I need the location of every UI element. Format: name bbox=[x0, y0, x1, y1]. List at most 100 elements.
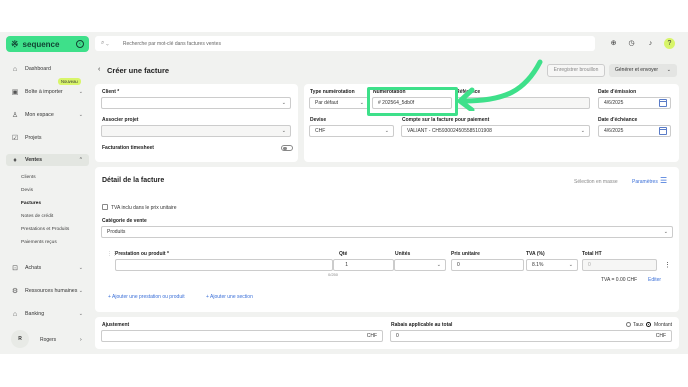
vat-included-label: TVA inclu dans le prix unitaire bbox=[111, 205, 177, 211]
menu-icon[interactable]: ☰ bbox=[660, 176, 667, 185]
col-unit: Unités bbox=[395, 251, 411, 257]
sidebar-item-label: Ventes bbox=[25, 157, 43, 163]
sidebar-sub-payments[interactable]: Paiements reçus bbox=[21, 240, 57, 245]
page-title: Créer une facture bbox=[107, 66, 170, 75]
search-input[interactable]: Recherche par mot-clé dans factures vent… bbox=[123, 41, 221, 47]
history-icon[interactable]: ◷ bbox=[626, 38, 637, 49]
sidebar-item-banking[interactable]: ⌂ Banking ⌄ bbox=[6, 308, 89, 320]
rate-label: Taux bbox=[633, 322, 644, 328]
add-item-button[interactable]: + Ajouter une prestation ou produit bbox=[108, 294, 185, 300]
more-options-icon[interactable]: ⋮ bbox=[664, 261, 671, 269]
vat-value: 8.1% bbox=[532, 262, 544, 268]
brand-logo[interactable]: ※ sequence ‹ bbox=[6, 36, 89, 52]
chevron-right-icon[interactable]: › bbox=[80, 337, 82, 343]
sidebar-item-my-space[interactable]: ♙ Mon espace ⌄ bbox=[6, 109, 89, 121]
item-input[interactable] bbox=[115, 259, 333, 271]
back-arrow-icon[interactable]: ‹ bbox=[98, 66, 100, 73]
numbering-highlight-box bbox=[367, 87, 458, 116]
add-section-button[interactable]: + Ajouter une section bbox=[206, 294, 253, 300]
sale-category-select[interactable]: Produits ⌄ bbox=[101, 226, 673, 238]
numbering-type-select[interactable]: Par défaut ⌄ bbox=[309, 97, 369, 109]
adjustment-label: Ajustement bbox=[102, 322, 130, 328]
vat-included-checkbox[interactable] bbox=[102, 204, 108, 210]
money-bag-icon: ♦ bbox=[13, 156, 17, 164]
rate-radio[interactable] bbox=[626, 322, 631, 327]
save-draft-button[interactable]: Enregistrer brouillon bbox=[547, 64, 605, 77]
new-badge: Nouveau bbox=[58, 78, 81, 85]
chevron-down-icon: ⌄ bbox=[78, 265, 83, 271]
inbox-icon: ▣ bbox=[11, 89, 19, 96]
vat-select[interactable]: 8.1% ⌄ bbox=[526, 259, 578, 271]
vat-total: TVA = 0.00 CHF bbox=[601, 277, 638, 283]
sidebar-item-hr[interactable]: ⚙ Ressources humaines ⌄ bbox=[6, 285, 89, 297]
associate-project-label: Associer projet bbox=[102, 117, 139, 123]
unit-price-input[interactable]: 0 bbox=[451, 259, 524, 271]
discount-value: 0 bbox=[396, 333, 399, 339]
calendar-icon[interactable] bbox=[659, 127, 667, 135]
sidebar-sub-invoices[interactable]: Factures bbox=[21, 201, 41, 206]
bulk-select-link[interactable]: Sélection en masse bbox=[574, 179, 618, 185]
edit-vat-link[interactable]: Editer bbox=[648, 277, 661, 283]
sidebar-item-dashboard[interactable]: ⌂ Dashboard bbox=[6, 63, 89, 75]
generate-send-button[interactable]: Générer et envoyer ⌄ bbox=[609, 64, 677, 77]
chevron-down-icon: ⌄ bbox=[663, 229, 668, 235]
timesheet-toggle[interactable] bbox=[281, 145, 293, 151]
adjustment-currency: CHF bbox=[366, 333, 377, 339]
discount-label: Rabais applicable au total bbox=[391, 322, 453, 328]
user-name[interactable]: Rogers bbox=[40, 337, 56, 343]
calendar-icon[interactable] bbox=[659, 99, 667, 107]
col-vat: TVA (%) bbox=[526, 251, 545, 257]
chevron-down-icon: ⌄ bbox=[666, 67, 671, 73]
issue-date-input[interactable]: 4/6/2025 bbox=[598, 97, 671, 109]
currency-label: Devise bbox=[310, 117, 327, 123]
sidebar-item-label: Boîte à importer bbox=[25, 89, 63, 95]
due-date-value: 4/6/2025 bbox=[604, 128, 624, 134]
qty-hint: 0/250 bbox=[328, 272, 339, 277]
chevron-down-icon: ⌄ bbox=[78, 112, 83, 118]
unit-select[interactable]: ⌄ bbox=[394, 259, 446, 271]
generate-send-label: Générer et envoyer bbox=[615, 67, 659, 73]
sidebar-sub-clients[interactable]: Clients bbox=[21, 175, 36, 180]
discount-input[interactable]: 0 CHF bbox=[390, 330, 672, 342]
sidebar-item-label: Dashboard bbox=[25, 66, 51, 72]
chevron-down-icon: ⌄ bbox=[568, 262, 573, 268]
chevron-down-icon: ⌄ bbox=[78, 89, 83, 95]
chevron-down-icon: ⌄ bbox=[359, 100, 364, 106]
sidebar-item-sales[interactable]: ♦ Ventes ⌃ bbox=[6, 154, 89, 166]
client-select[interactable]: ⌄ bbox=[101, 97, 291, 109]
currency-select[interactable]: CHF ⌄ bbox=[309, 125, 394, 137]
add-section-label: Ajouter une section bbox=[210, 294, 253, 300]
search-icon: ⌕ ⌄ bbox=[101, 40, 109, 46]
bell-icon[interactable]: ♪ bbox=[645, 38, 656, 49]
add-icon[interactable]: ⊕ bbox=[608, 38, 619, 49]
sidebar-sub-credit-notes[interactable]: Notes de crédit bbox=[21, 214, 53, 219]
user-avatar[interactable]: R bbox=[11, 330, 29, 348]
due-date-label: Date d'échéance bbox=[598, 117, 638, 123]
sidebar-item-projects[interactable]: ☑ Projets bbox=[6, 132, 89, 144]
adjustment-input[interactable]: CHF bbox=[101, 330, 383, 342]
chevron-down-icon: ⌄ bbox=[436, 262, 441, 268]
chevron-down-icon: ⌄ bbox=[78, 311, 83, 317]
sidebar-item-label: Projets bbox=[25, 135, 42, 141]
due-date-input[interactable]: 4/6/2025 bbox=[598, 125, 671, 137]
project-select[interactable]: ⌄ bbox=[101, 125, 291, 137]
search-bar[interactable]: ⌕ ⌄ Recherche par mot-clé dans factures … bbox=[95, 36, 595, 51]
account-label: Compte sur la facture pour paiement bbox=[402, 117, 490, 123]
chevron-down-icon: ⌄ bbox=[281, 100, 286, 106]
sidebar-item-inbox[interactable]: ▣ Boîte à importer ⌄ bbox=[6, 86, 89, 98]
sidebar-sub-quotes[interactable]: Devis bbox=[21, 188, 33, 193]
help-icon[interactable]: ? bbox=[664, 38, 675, 49]
collapse-icon[interactable]: ‹ bbox=[76, 40, 84, 48]
amount-radio[interactable] bbox=[646, 322, 651, 327]
sidebar-item-purchases[interactable]: ⊡ Achats ⌄ bbox=[6, 262, 89, 274]
brand-name: sequence bbox=[22, 39, 60, 49]
chevron-up-icon: ⌃ bbox=[78, 157, 83, 163]
user-icon: ♙ bbox=[11, 112, 19, 119]
discount-currency: CHF bbox=[655, 333, 666, 339]
client-label: Client * bbox=[102, 89, 120, 95]
settings-link[interactable]: Paramètres bbox=[632, 179, 658, 185]
qty-input[interactable]: 1 bbox=[333, 259, 394, 271]
sidebar-sub-products[interactable]: Prestations et Produits bbox=[21, 227, 69, 232]
sidebar-item-label: Banking bbox=[25, 311, 45, 317]
account-select[interactable]: VALIANT - CH5930024505585101908 ⌄ bbox=[401, 125, 590, 137]
